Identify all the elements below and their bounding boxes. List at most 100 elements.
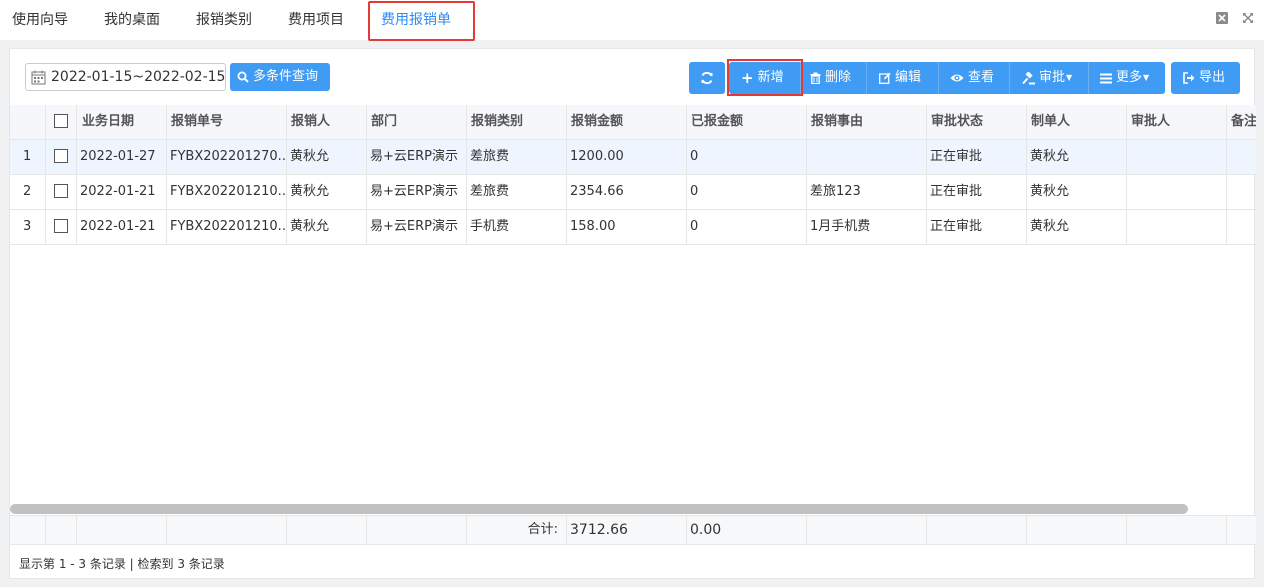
total-empty (367, 516, 467, 544)
tab-expense-category[interactable]: 报销类别 (196, 0, 252, 40)
header-number[interactable]: 报销单号 (167, 105, 287, 139)
table-row[interactable]: 1 2022-01-27 FYBX202201270... 黄秋允 易+云ERP… (10, 140, 1256, 175)
cell-person: 黄秋允 (287, 175, 367, 209)
row-select[interactable] (46, 175, 77, 209)
view-button[interactable]: 查看 (950, 62, 994, 94)
cell-remark (1227, 175, 1256, 209)
cell-number: FYBX202201210... (167, 210, 287, 244)
approve-button[interactable]: 审批▼ (1022, 62, 1072, 94)
delete-button[interactable]: 删除 (810, 62, 851, 94)
total-empty (927, 516, 1027, 544)
cell-category: 手机费 (467, 210, 567, 244)
row-select[interactable] (46, 210, 77, 244)
separator (938, 62, 939, 94)
close-icon[interactable] (1216, 12, 1228, 24)
export-label: 导出 (1199, 70, 1226, 85)
cell-category: 差旅费 (467, 140, 567, 174)
table-row[interactable]: 3 2022-01-21 FYBX202201210... 黄秋允 易+云ERP… (10, 210, 1256, 245)
caret-down-icon: ▼ (1066, 73, 1073, 82)
header-select-all[interactable] (46, 105, 77, 139)
select-all-checkbox[interactable] (54, 113, 68, 128)
total-label: 合计: (467, 516, 567, 544)
row-checkbox[interactable] (54, 183, 68, 198)
fullscreen-icon[interactable] (1242, 12, 1254, 24)
gavel-icon (1022, 71, 1035, 84)
cell-category: 差旅费 (467, 175, 567, 209)
cell-dept: 易+云ERP演示 (367, 210, 467, 244)
cell-date: 2022-01-21 (77, 175, 167, 209)
cell-date: 2022-01-27 (77, 140, 167, 174)
header-category[interactable]: 报销类别 (467, 105, 567, 139)
total-empty (10, 516, 46, 544)
row-checkbox[interactable] (54, 218, 68, 233)
separator (1088, 62, 1089, 94)
view-label: 查看 (968, 70, 995, 85)
edit-icon (879, 72, 891, 84)
row-index: 1 (10, 140, 46, 174)
cell-approver (1127, 140, 1227, 174)
more-button[interactable]: 更多▼ (1100, 62, 1149, 94)
cell-maker: 黄秋允 (1027, 140, 1127, 174)
top-tab-bar: 使用向导 我的桌面 报销类别 费用项目 费用报销单 (0, 0, 1264, 41)
cell-dept: 易+云ERP演示 (367, 175, 467, 209)
total-paid: 0.00 (687, 516, 807, 544)
tab-desktop[interactable]: 我的桌面 (104, 0, 160, 40)
date-range-input[interactable]: 2022-01-15~2022-02-15 (25, 63, 226, 91)
horizontal-scrollbar[interactable] (10, 504, 1188, 514)
cell-reason: 1月手机费 (807, 210, 927, 244)
cell-date: 2022-01-21 (77, 210, 167, 244)
export-button[interactable]: 导出 (1171, 62, 1240, 94)
cell-number: FYBX202201210... (167, 175, 287, 209)
header-reason[interactable]: 报销事由 (807, 105, 927, 139)
header-remark[interactable]: 备注 (1227, 105, 1256, 139)
header-status[interactable]: 审批状态 (927, 105, 1027, 139)
total-empty (167, 516, 287, 544)
export-icon (1183, 72, 1195, 84)
row-index: 3 (10, 210, 46, 244)
header-dept[interactable]: 部门 (367, 105, 467, 139)
multi-condition-query-button[interactable]: 多条件查询 (230, 63, 330, 91)
refresh-button[interactable] (689, 62, 725, 94)
date-range-value: 2022-01-15~2022-02-15 (51, 69, 226, 85)
cell-approver (1127, 175, 1227, 209)
header-paid[interactable]: 已报金额 (687, 105, 807, 139)
more-label: 更多 (1116, 70, 1143, 85)
content-panel: 2022-01-15~2022-02-15 多条件查询 + 新增 删除 编辑 查… (9, 48, 1256, 579)
row-index: 2 (10, 175, 46, 209)
caret-down-icon: ▼ (1143, 73, 1150, 82)
total-empty (46, 516, 77, 544)
cell-status: 正在审批 (927, 210, 1027, 244)
edit-button[interactable]: 编辑 (879, 62, 921, 94)
table-header: 业务日期 报销单号 报销人 部门 报销类别 报销金额 已报金额 报销事由 审批状… (10, 105, 1256, 140)
menu-icon (1100, 73, 1112, 83)
refresh-icon (701, 71, 713, 84)
cell-amount: 1200.00 (567, 140, 687, 174)
row-select[interactable] (46, 140, 77, 174)
add-button-highlight (727, 59, 803, 96)
total-empty (1127, 516, 1227, 544)
cell-reason (807, 140, 927, 174)
totals-row: 合计: 3712.66 0.00 (10, 515, 1256, 545)
cell-remark (1227, 210, 1256, 244)
row-checkbox[interactable] (54, 148, 68, 163)
cell-approver (1127, 210, 1227, 244)
pagination-info: 显示第 1 - 3 条记录 | 检索到 3 条记录 (19, 557, 225, 571)
table-row[interactable]: 2 2022-01-21 FYBX202201210... 黄秋允 易+云ERP… (10, 175, 1256, 210)
total-empty (807, 516, 927, 544)
tab-guide[interactable]: 使用向导 (12, 0, 68, 40)
total-amount: 3712.66 (567, 516, 687, 544)
separator (1009, 62, 1010, 94)
header-person[interactable]: 报销人 (287, 105, 367, 139)
tab-expense-items[interactable]: 费用项目 (288, 0, 344, 40)
cell-status: 正在审批 (927, 140, 1027, 174)
cell-person: 黄秋允 (287, 140, 367, 174)
header-date[interactable]: 业务日期 (77, 105, 167, 139)
search-icon (237, 71, 249, 83)
edit-label: 编辑 (895, 70, 922, 85)
header-amount[interactable]: 报销金额 (567, 105, 687, 139)
cell-person: 黄秋允 (287, 210, 367, 244)
header-approver[interactable]: 审批人 (1127, 105, 1227, 139)
cell-paid: 0 (687, 175, 807, 209)
header-maker[interactable]: 制单人 (1027, 105, 1127, 139)
cell-maker: 黄秋允 (1027, 210, 1127, 244)
